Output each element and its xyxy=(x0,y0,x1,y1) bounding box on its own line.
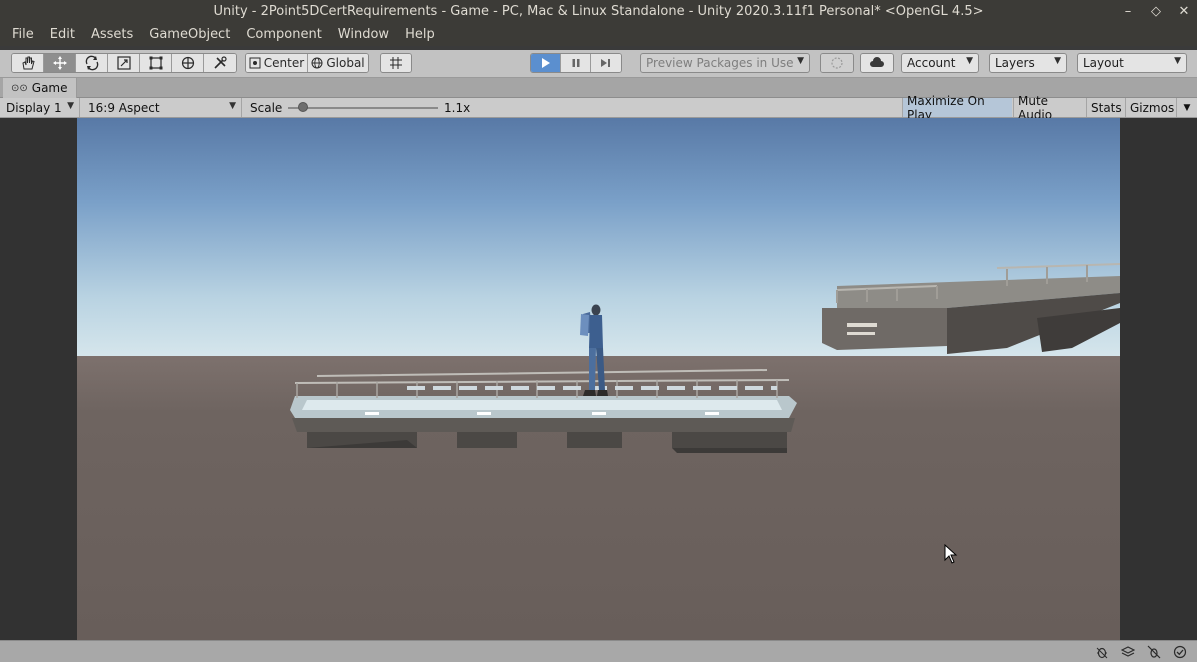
pivot-center-label: Center xyxy=(263,56,305,70)
menu-component[interactable]: Component xyxy=(244,27,329,42)
pivot-controls: Center Global xyxy=(245,53,369,73)
tab-game[interactable]: ⊙⊙ Game xyxy=(3,78,77,98)
scale-value: 1.1x xyxy=(444,100,471,115)
scale-slider-track[interactable] xyxy=(288,107,438,109)
account-label: Account xyxy=(907,56,956,70)
stats-label: Stats xyxy=(1091,100,1122,115)
move-icon xyxy=(52,56,67,70)
maximize-button[interactable]: ◇ xyxy=(1149,4,1163,19)
window-title: Unity - 2Point5DCertRequirements - Game … xyxy=(213,3,984,19)
chevron-down-icon: ▼ xyxy=(966,56,973,66)
transform-tool-button[interactable] xyxy=(172,54,204,72)
step-icon xyxy=(601,59,610,67)
menu-gameobject[interactable]: GameObject xyxy=(147,27,238,42)
stats-toggle[interactable]: Stats xyxy=(1086,98,1124,117)
tab-game-label: Game xyxy=(31,81,68,95)
gamepad-icon: ⊙⊙ xyxy=(11,82,28,94)
snap-controls xyxy=(380,53,412,73)
preview-packages-dropdown[interactable]: Preview Packages in Use ▼ xyxy=(640,53,810,73)
status-bar xyxy=(0,640,1197,662)
window-controls: – ◇ ✕ xyxy=(1121,0,1191,22)
move-tool-button[interactable] xyxy=(44,54,76,72)
transform-tools xyxy=(11,53,237,73)
grid-snap-button[interactable] xyxy=(381,54,411,72)
scale-slider-thumb[interactable] xyxy=(298,102,308,112)
custom-tool-button[interactable] xyxy=(204,54,236,72)
pivot-center-button[interactable]: Center xyxy=(246,54,308,72)
hand-icon xyxy=(21,56,35,70)
mute-audio-toggle[interactable]: Mute Audio xyxy=(1013,94,1085,122)
gizmos-label: Gizmos xyxy=(1130,100,1175,115)
step-button[interactable] xyxy=(591,54,621,72)
menu-assets[interactable]: Assets xyxy=(89,27,141,42)
layout-label: Layout xyxy=(1083,56,1124,70)
rotate-tool-button[interactable] xyxy=(76,54,108,72)
menu-help[interactable]: Help xyxy=(403,27,443,42)
chevron-down-icon: ▼ xyxy=(1054,56,1061,66)
collab-controls xyxy=(820,53,854,73)
menu-bar: File Edit Assets GameObject Component Wi… xyxy=(0,22,1197,46)
debug-off-icon[interactable] xyxy=(1145,643,1163,661)
play-controls xyxy=(530,53,622,73)
check-circle-icon[interactable] xyxy=(1171,643,1189,661)
play-icon xyxy=(541,58,550,68)
rotate-icon xyxy=(85,55,98,71)
status-icons xyxy=(1093,643,1189,661)
minimize-button[interactable]: – xyxy=(1121,4,1135,19)
account-dropdown[interactable]: Account ▼ xyxy=(901,53,979,73)
mouse-cursor xyxy=(944,544,958,564)
transform-icon xyxy=(181,56,194,70)
cloud-button[interactable] xyxy=(861,54,893,72)
space-global-label: Global xyxy=(326,56,365,70)
menu-window[interactable]: Window xyxy=(336,27,397,42)
scale-tool-button[interactable] xyxy=(108,54,140,72)
display-label: Display 1 xyxy=(6,100,62,115)
aspect-label: 16:9 Aspect xyxy=(88,100,160,115)
pause-icon xyxy=(572,59,579,67)
layers-dropdown[interactable]: Layers ▼ xyxy=(989,53,1067,73)
main-toolbar: Center Global Preview Packages in Use ▼ xyxy=(0,50,1197,78)
layers-status-icon[interactable] xyxy=(1119,643,1137,661)
maximize-on-play-toggle[interactable]: Maximize On Play xyxy=(902,94,1012,122)
scale-icon xyxy=(116,56,131,70)
rect-icon xyxy=(149,56,162,70)
collab-button[interactable] xyxy=(821,54,853,72)
globe-icon xyxy=(311,57,323,69)
chevron-down-icon: ▼ xyxy=(67,101,74,111)
game-viewport-area xyxy=(0,118,1197,640)
space-global-button[interactable]: Global xyxy=(308,54,368,72)
chevron-down-icon: ▼ xyxy=(1174,56,1181,66)
chevron-down-icon: ▼ xyxy=(1183,102,1191,113)
layout-dropdown[interactable]: Layout ▼ xyxy=(1077,53,1187,73)
rect-tool-button[interactable] xyxy=(140,54,172,72)
chevron-down-icon: ▼ xyxy=(797,56,804,66)
title-bar: Unity - 2Point5DCertRequirements - Game … xyxy=(0,0,1197,22)
cloud-controls xyxy=(860,53,894,73)
scale-label: Scale xyxy=(250,100,283,115)
display-dropdown[interactable]: Display 1 ▼ xyxy=(0,98,80,117)
hand-tool-button[interactable] xyxy=(12,54,44,72)
pivot-icon xyxy=(249,57,261,69)
collab-icon xyxy=(831,57,843,69)
menu-edit[interactable]: Edit xyxy=(48,27,83,42)
aspect-dropdown[interactable]: 16:9 Aspect ▼ xyxy=(82,98,242,117)
gizmos-dropdown[interactable]: ▼ xyxy=(1176,98,1197,117)
pause-button[interactable] xyxy=(561,54,591,72)
gizmos-toggle[interactable]: Gizmos xyxy=(1125,98,1175,117)
chevron-down-icon: ▼ xyxy=(229,101,236,111)
cloud-icon xyxy=(870,57,884,67)
menu-file[interactable]: File xyxy=(10,27,42,42)
game-render[interactable] xyxy=(77,118,1120,640)
tools-icon xyxy=(214,56,227,69)
bug-icon[interactable] xyxy=(1093,643,1111,661)
game-view-toolbar: Display 1 ▼ 16:9 Aspect ▼ Scale 1.1x Max… xyxy=(0,94,1197,122)
preview-packages-label: Preview Packages in Use xyxy=(646,56,794,70)
close-button[interactable]: ✕ xyxy=(1177,4,1191,19)
grid-snap-icon xyxy=(390,57,402,69)
game-scene xyxy=(77,118,1120,640)
play-button[interactable] xyxy=(531,54,561,72)
layers-label: Layers xyxy=(995,56,1035,70)
